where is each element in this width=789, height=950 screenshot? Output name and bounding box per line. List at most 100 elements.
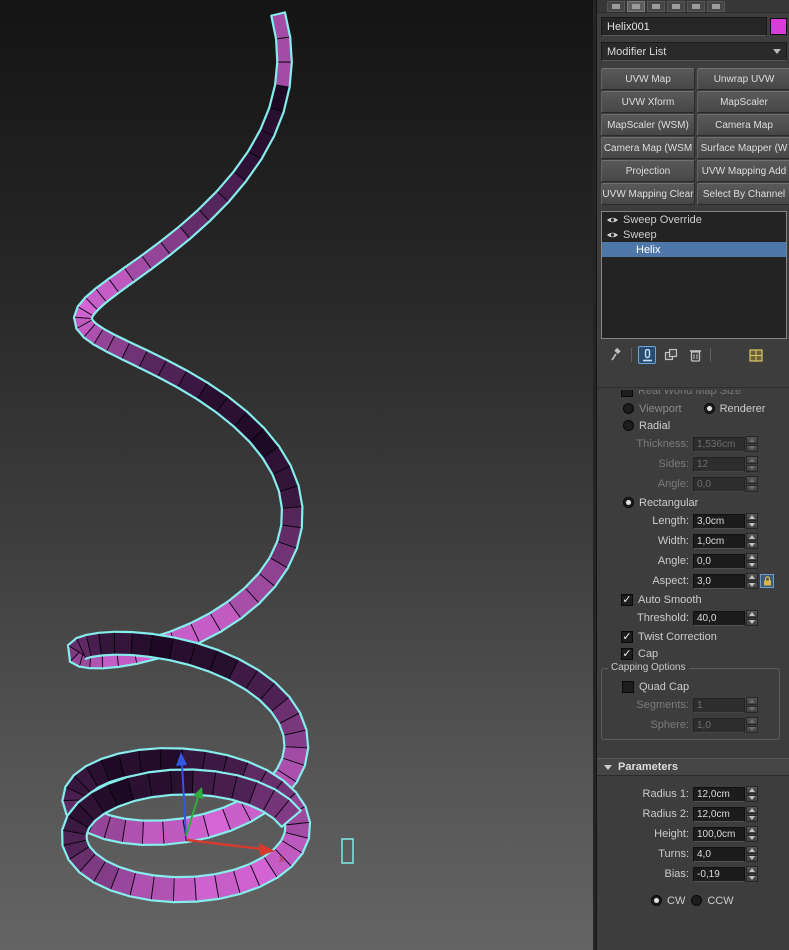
spinner[interactable] <box>746 846 758 862</box>
radio-option-ccw[interactable]: CCW <box>685 895 734 907</box>
spinner-down-icon[interactable] <box>746 725 758 733</box>
modifier-button-camera-map[interactable]: Camera Map <box>697 114 789 136</box>
spinner-down-icon[interactable] <box>746 484 758 492</box>
visibility-eye-icon[interactable] <box>606 230 619 240</box>
gizmo-x-axis[interactable] <box>186 838 263 851</box>
modifier-button-projection[interactable]: Projection <box>601 160 695 182</box>
modifier-button-uvw-xform[interactable]: UVW Xform <box>601 91 695 113</box>
spinner[interactable] <box>746 826 758 842</box>
modifier-button-unwrap-uvw[interactable]: Unwrap UVW <box>697 68 789 90</box>
param-value-field[interactable]: 100,0cm <box>693 826 745 842</box>
spinner[interactable] <box>746 866 758 882</box>
param-value-field[interactable]: 12,0cm <box>693 806 745 822</box>
radio-cw[interactable] <box>651 895 662 906</box>
viewport[interactable]: x <box>0 0 596 950</box>
remove-modifier-icon[interactable] <box>686 346 704 364</box>
radio-option-viewport[interactable]: Viewport <box>603 403 682 415</box>
radio-option-renderer[interactable]: Renderer <box>682 403 765 415</box>
spinner-up-icon[interactable] <box>746 826 758 834</box>
parameters-rollout-header[interactable]: Parameters <box>597 758 789 776</box>
spinner-up-icon[interactable] <box>746 610 758 618</box>
param-value-field[interactable]: 0,0 <box>693 553 745 569</box>
checkbox-twist-correction[interactable] <box>621 630 633 643</box>
spinner[interactable] <box>746 456 758 472</box>
spinner-down-icon[interactable] <box>746 521 758 529</box>
spinner-down-icon[interactable] <box>746 705 758 713</box>
param-value-field[interactable]: 1,0 <box>693 717 745 733</box>
modifier-button-camera-map-wsm[interactable]: Camera Map (WSM <box>601 137 695 159</box>
spinner[interactable] <box>746 476 758 492</box>
param-value-field[interactable]: 4,0 <box>693 846 745 862</box>
spinner-down-icon[interactable] <box>746 794 758 802</box>
spinner-up-icon[interactable] <box>746 697 758 705</box>
checkbox-real-world-map-size[interactable] <box>621 390 633 397</box>
helix-segment[interactable] <box>191 769 217 797</box>
helix-segment[interactable] <box>280 506 303 529</box>
spinner-down-icon[interactable] <box>746 814 758 822</box>
spinner-up-icon[interactable] <box>746 476 758 484</box>
spinner[interactable] <box>746 806 758 822</box>
checkbox-auto-smooth[interactable] <box>621 593 633 606</box>
spinner-up-icon[interactable] <box>746 436 758 444</box>
visibility-eye-icon[interactable] <box>606 215 619 225</box>
param-value-field[interactable]: 0,0 <box>693 476 745 492</box>
modifier-button-mapscaler[interactable]: MapScaler <box>697 91 789 113</box>
param-value-field[interactable]: 12,0cm <box>693 786 745 802</box>
spinner[interactable] <box>746 436 758 452</box>
helix-segment[interactable] <box>172 876 197 903</box>
radio-viewport[interactable] <box>623 403 634 414</box>
spinner-up-icon[interactable] <box>746 533 758 541</box>
param-value-field[interactable]: 1,0cm <box>693 533 745 549</box>
param-value-field[interactable]: 3,0 <box>693 573 745 589</box>
sweep-section-shape[interactable] <box>341 838 354 864</box>
helix-segment[interactable] <box>194 873 220 903</box>
show-end-result-icon[interactable] <box>638 346 656 364</box>
spinner[interactable] <box>746 697 758 713</box>
pin-stack-icon[interactable] <box>607 346 625 364</box>
helix-segment[interactable] <box>130 631 153 658</box>
tab-display[interactable] <box>687 1 705 12</box>
modifier-button-select-by-channel[interactable]: Select By Channel <box>697 183 789 205</box>
param-value-field[interactable]: 1 <box>693 697 745 713</box>
spinner-up-icon[interactable] <box>746 866 758 874</box>
param-value-field[interactable]: 1,536cm <box>693 436 745 452</box>
helix-segment[interactable] <box>98 631 116 656</box>
viewport-canvas[interactable]: x <box>0 0 596 950</box>
radio-ccw[interactable] <box>691 895 703 906</box>
spinner[interactable] <box>746 513 758 529</box>
spinner-up-icon[interactable] <box>746 786 758 794</box>
checkbox-quad-cap[interactable] <box>622 680 634 693</box>
spinner-down-icon[interactable] <box>746 874 758 882</box>
modifier-button-uvw-mapping-clear[interactable]: UVW Mapping Clear <box>601 183 695 205</box>
param-value-field[interactable]: 12 <box>693 456 745 472</box>
stack-item-helix[interactable]: Helix <box>602 242 786 257</box>
spinner-down-icon[interactable] <box>746 541 758 549</box>
spinner-up-icon[interactable] <box>746 806 758 814</box>
modifier-button-surface-mapper-w[interactable]: Surface Mapper (W <box>697 137 789 159</box>
helix-segment[interactable] <box>147 769 173 798</box>
spinner[interactable] <box>746 553 758 569</box>
helix-segment[interactable] <box>150 875 175 903</box>
object-name-input[interactable] <box>601 17 767 36</box>
configure-modifier-sets-icon[interactable] <box>747 346 765 364</box>
stack-item-sweep-override[interactable]: Sweep Override <box>602 212 786 227</box>
spinner-down-icon[interactable] <box>746 618 758 626</box>
spinner-down-icon[interactable] <box>746 561 758 569</box>
tab-hierarchy[interactable] <box>647 1 665 12</box>
spinner[interactable] <box>746 717 758 733</box>
helix-segment[interactable] <box>141 820 165 846</box>
spinner-down-icon[interactable] <box>746 834 758 842</box>
spinner-up-icon[interactable] <box>746 846 758 854</box>
spinner-up-icon[interactable] <box>746 717 758 725</box>
spinner[interactable] <box>746 533 758 549</box>
object-color-swatch[interactable] <box>770 18 787 35</box>
radio-radial[interactable] <box>623 420 634 431</box>
spinner-down-icon[interactable] <box>746 581 758 589</box>
spinner-up-icon[interactable] <box>746 573 758 581</box>
helix-object[interactable] <box>60 11 312 904</box>
modifier-list-dropdown[interactable]: Modifier List <box>601 42 787 61</box>
helix-segment[interactable] <box>113 631 133 656</box>
spinner-down-icon[interactable] <box>746 854 758 862</box>
make-unique-icon[interactable] <box>662 346 680 364</box>
modifier-button-mapscaler-wsm[interactable]: MapScaler (WSM) <box>601 114 695 136</box>
